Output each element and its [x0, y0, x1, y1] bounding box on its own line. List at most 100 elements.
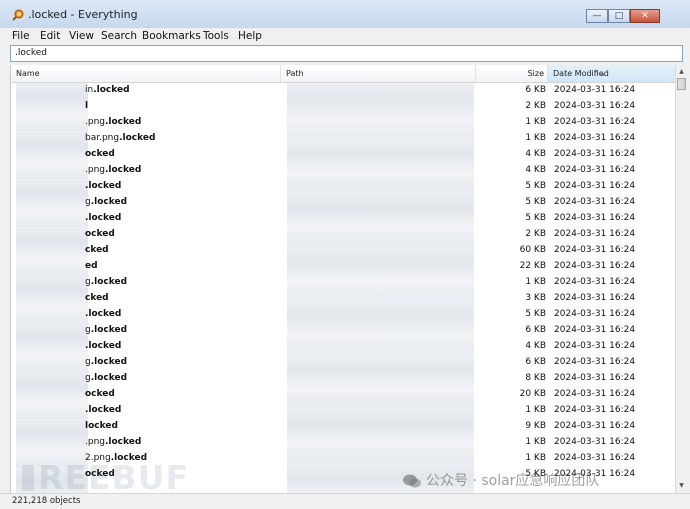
table-row[interactable]: .locked 4 KB 2024-03-31 16:24: [11, 339, 676, 355]
file-size: 5 KB: [525, 309, 546, 319]
sort-up-icon: ▲: [600, 70, 605, 77]
file-name: cked: [85, 293, 109, 303]
file-date: 2024-03-31 16:24: [554, 405, 636, 415]
table-row[interactable]: g.locked 8 KB 2024-03-31 16:24: [11, 371, 676, 387]
results-list[interactable]: Name Path Size Date Modified ▲ in.locked…: [10, 65, 676, 493]
file-size: 6 KB: [525, 85, 546, 95]
file-name-extension: .locked: [90, 325, 128, 335]
menu-view[interactable]: View: [69, 30, 94, 42]
file-name: .locked: [85, 341, 121, 351]
file-date: 2024-03-31 16:24: [554, 229, 636, 239]
title-bar[interactable]: .locked - Everything — □ ✕: [0, 0, 690, 29]
maximize-icon: □: [614, 11, 624, 21]
table-row[interactable]: .png.locked 4 KB 2024-03-31 16:24: [11, 163, 676, 179]
table-row[interactable]: ocked 4 KB 2024-03-31 16:24: [11, 147, 676, 163]
file-date: 2024-03-31 16:24: [554, 437, 636, 447]
table-row[interactable]: .png.locked 1 KB 2024-03-31 16:24: [11, 435, 676, 451]
file-name-extension: cked: [85, 245, 109, 255]
table-row[interactable]: ocked 2 KB 2024-03-31 16:24: [11, 227, 676, 243]
file-name-extension: ocked: [85, 389, 115, 399]
everything-app-icon: [12, 9, 24, 21]
table-row[interactable]: g.locked 6 KB 2024-03-31 16:24: [11, 355, 676, 371]
file-date: 2024-03-31 16:24: [554, 197, 636, 207]
file-name-extension: .locked: [85, 405, 122, 415]
file-date: 2024-03-31 16:24: [554, 373, 636, 383]
maximize-button[interactable]: □: [608, 9, 630, 23]
table-row[interactable]: l 2 KB 2024-03-31 16:24: [11, 99, 676, 115]
menu-bookmarks[interactable]: Bookmarks: [142, 30, 201, 42]
file-name: ocked: [85, 389, 115, 399]
file-name-prefix: .png: [85, 165, 105, 175]
file-name-extension: .locked: [105, 437, 142, 447]
scroll-down-icon[interactable]: ▼: [677, 480, 686, 491]
scroll-up-icon[interactable]: ▲: [677, 66, 686, 77]
file-size: 1 KB: [525, 133, 546, 143]
file-name-extension: .locked: [119, 133, 156, 143]
status-bar: 221,218 objects: [0, 493, 690, 509]
wechat-icon: [403, 474, 421, 488]
menu-tools[interactable]: Tools: [203, 30, 229, 42]
menu-file[interactable]: File: [12, 30, 30, 42]
file-size: 20 KB: [519, 389, 546, 399]
table-row[interactable]: .locked 5 KB 2024-03-31 16:24: [11, 307, 676, 323]
file-name-extension: ocked: [85, 149, 115, 159]
file-size: 6 KB: [525, 325, 546, 335]
table-row[interactable]: g.locked 5 KB 2024-03-31 16:24: [11, 195, 676, 211]
file-size: 4 KB: [525, 341, 546, 351]
file-name-extension: l: [85, 101, 89, 111]
file-size: 6 KB: [525, 357, 546, 367]
menu-edit[interactable]: Edit: [40, 30, 60, 42]
file-name: g.locked: [85, 325, 127, 335]
result-rows: in.locked 6 KB 2024-03-31 16:24 l 2 KB 2024-0…: [11, 83, 676, 483]
column-name-header[interactable]: Name: [11, 65, 281, 82]
minimize-icon: —: [592, 11, 602, 21]
file-name-prefix: .png: [85, 437, 105, 447]
file-size: 1 KB: [525, 277, 546, 287]
file-size: 1 KB: [525, 117, 546, 127]
file-size: 1 KB: [525, 437, 546, 447]
search-input[interactable]: .locked: [10, 45, 683, 62]
file-name-extension: ed: [85, 261, 98, 271]
table-row[interactable]: .locked 5 KB 2024-03-31 16:24: [11, 211, 676, 227]
column-path-header[interactable]: Path: [281, 65, 476, 82]
vertical-scrollbar[interactable]: ▲ ▼: [675, 65, 687, 493]
menu-search[interactable]: Search: [101, 30, 137, 42]
table-row[interactable]: in.locked 6 KB 2024-03-31 16:24: [11, 83, 676, 99]
file-date: 2024-03-31 16:24: [554, 245, 636, 255]
file-name: .png.locked: [85, 117, 141, 127]
window-controls: — □ ✕: [586, 9, 660, 23]
close-button[interactable]: ✕: [630, 9, 660, 23]
table-row[interactable]: cked 60 KB 2024-03-31 16:24: [11, 243, 676, 259]
column-size-header[interactable]: Size: [476, 65, 548, 82]
table-row[interactable]: .png.locked 1 KB 2024-03-31 16:24: [11, 115, 676, 131]
file-size: 22 KB: [519, 261, 546, 271]
table-row[interactable]: ed 22 KB 2024-03-31 16:24: [11, 259, 676, 275]
table-row[interactable]: g.locked 1 KB 2024-03-31 16:24: [11, 275, 676, 291]
column-date-header[interactable]: Date Modified ▲: [548, 65, 676, 82]
file-date: 2024-03-31 16:24: [554, 421, 636, 431]
table-row[interactable]: cked 3 KB 2024-03-31 16:24: [11, 291, 676, 307]
table-row[interactable]: bar.png.locked 1 KB 2024-03-31 16:24: [11, 131, 676, 147]
file-name: cked: [85, 245, 109, 255]
column-name-label: Name: [16, 69, 40, 78]
file-name: g.locked: [85, 277, 127, 287]
file-size: 5 KB: [525, 197, 546, 207]
file-name-extension: ocked: [85, 229, 115, 239]
file-date: 2024-03-31 16:24: [554, 341, 636, 351]
menu-help[interactable]: Help: [238, 30, 262, 42]
file-name-extension: .locked: [90, 277, 128, 287]
file-name: in.locked: [85, 85, 130, 95]
file-name: locked: [85, 421, 118, 431]
table-row[interactable]: ocked 20 KB 2024-03-31 16:24: [11, 387, 676, 403]
file-name-extension: .locked: [85, 341, 122, 351]
table-row[interactable]: .locked 5 KB 2024-03-31 16:24: [11, 179, 676, 195]
file-date: 2024-03-31 16:24: [554, 101, 636, 111]
file-size: 5 KB: [525, 181, 546, 191]
file-date: 2024-03-31 16:24: [554, 85, 636, 95]
minimize-button[interactable]: —: [586, 9, 608, 23]
file-name: g.locked: [85, 197, 127, 207]
table-row[interactable]: locked 9 KB 2024-03-31 16:24: [11, 419, 676, 435]
table-row[interactable]: g.locked 6 KB 2024-03-31 16:24: [11, 323, 676, 339]
table-row[interactable]: .locked 1 KB 2024-03-31 16:24: [11, 403, 676, 419]
scroll-thumb[interactable]: [677, 78, 686, 90]
